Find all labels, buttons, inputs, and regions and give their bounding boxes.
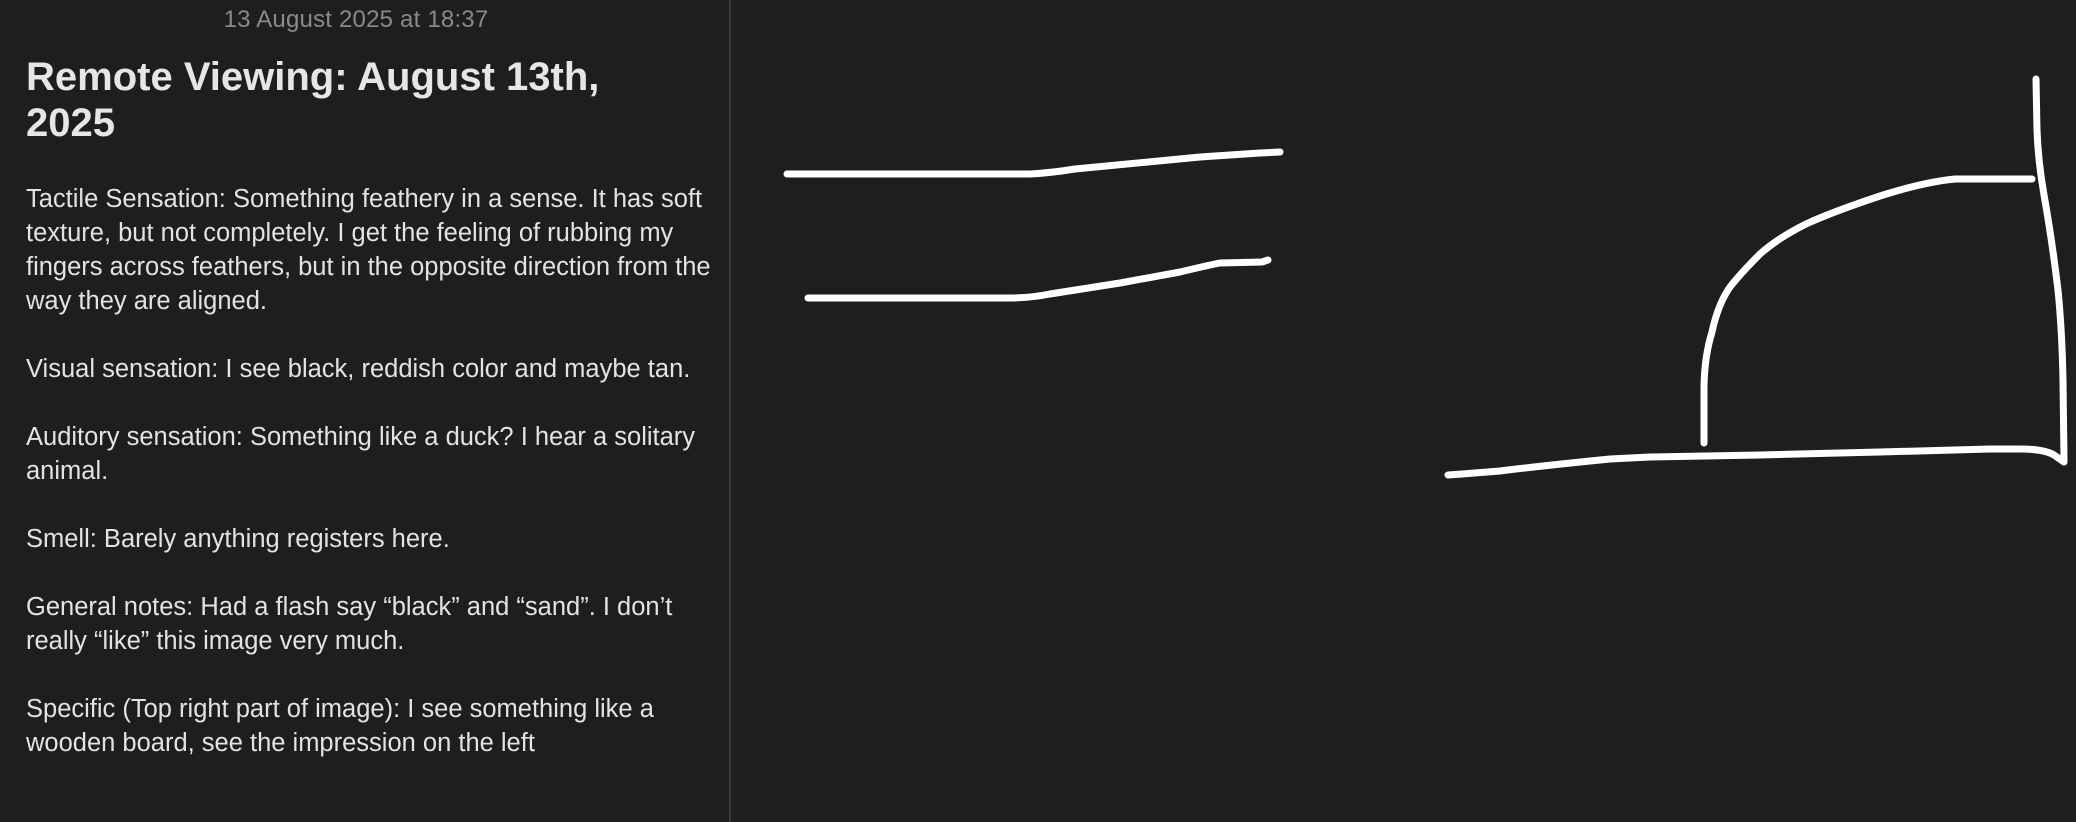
note-paragraph-smell[interactable]: Smell: Barely anything registers here. bbox=[26, 522, 716, 556]
sketch-stroke-base-line bbox=[1444, 445, 2068, 479]
note-title[interactable]: Remote Viewing: August 13th, 2025 bbox=[26, 54, 686, 146]
note-paragraph-specific[interactable]: Specific (Top right part of image): I se… bbox=[26, 692, 716, 760]
sketch-stroke-lower-line bbox=[804, 256, 1272, 302]
note-paragraph-tactile[interactable]: Tactile Sensation: Something feathery in… bbox=[26, 182, 716, 318]
note-paragraph-general[interactable]: General notes: Had a flash say “black” a… bbox=[26, 590, 716, 658]
note-paragraph-visual[interactable]: Visual sensation: I see black, reddish c… bbox=[26, 352, 716, 386]
note-paragraph-auditory[interactable]: Auditory sensation: Something like a duc… bbox=[26, 420, 716, 488]
sketch-stroke-right-edge bbox=[2032, 75, 2068, 464]
sketch-canvas[interactable] bbox=[731, 0, 2076, 822]
sketch-svg bbox=[783, 75, 2068, 479]
note-date: 13 August 2025 at 18:37 bbox=[223, 6, 489, 33]
sketch-stroke-arch bbox=[1700, 175, 2036, 447]
sketch-stroke-upper-line bbox=[783, 148, 1284, 178]
note-pane: 13 August 2025 at 18:37 Remote Viewing: … bbox=[0, 0, 729, 822]
note-body[interactable]: Tactile Sensation: Something feathery in… bbox=[26, 182, 716, 794]
